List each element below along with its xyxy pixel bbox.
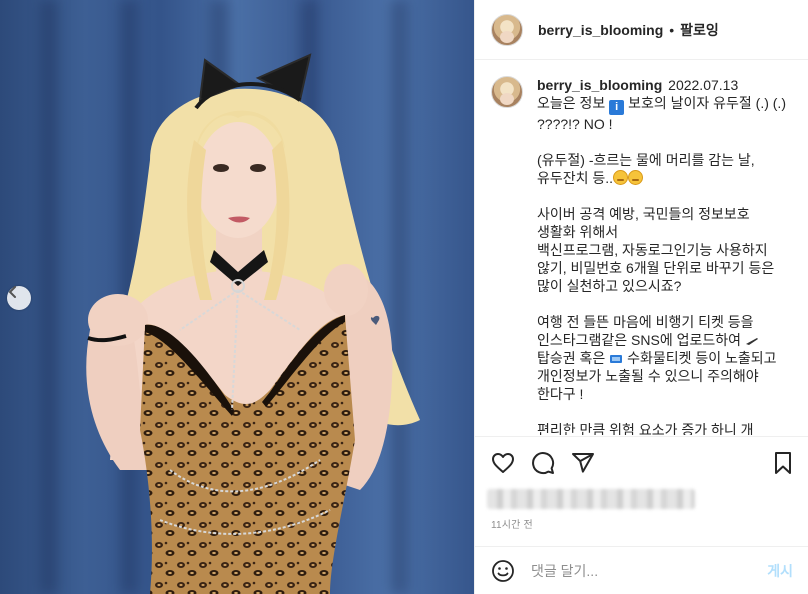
caption-avatar[interactable] — [491, 76, 523, 108]
post-header: berry_is_blooming • 팔로잉 — [475, 0, 808, 60]
comment-input[interactable] — [531, 562, 760, 579]
header-separator: • — [669, 21, 675, 38]
likes-count-blurred — [487, 489, 695, 509]
caption-para5: 편리한 만큼 위험 요소가 증가 하니 개 — [537, 422, 754, 435]
information-icon: i — [609, 100, 625, 115]
post-photo[interactable] — [0, 0, 474, 594]
heart-icon[interactable] — [491, 451, 515, 475]
paper-plane-icon[interactable] — [571, 451, 595, 475]
previous-photo-button[interactable] — [7, 286, 31, 310]
photo-illustration — [86, 53, 420, 594]
bookmark-icon[interactable] — [771, 451, 795, 475]
emoji-icon[interactable] — [491, 559, 515, 583]
comment-bar: 게시 — [475, 546, 808, 594]
post-side-panel: berry_is_blooming • 팔로잉 berry_is_bloomin… — [474, 0, 808, 594]
smile-face-icon — [628, 170, 644, 185]
chevron-left-icon — [9, 286, 16, 298]
post-time: 11시간 전 — [491, 520, 533, 531]
ticket-icon — [610, 355, 623, 363]
following-button[interactable]: 팔로잉 — [680, 20, 719, 40]
header-username[interactable]: berry_is_blooming — [538, 22, 663, 38]
caption-date: 2022.07.13 — [668, 77, 739, 93]
caption-line1-a: 오늘은 정보 — [537, 95, 606, 111]
avatar[interactable] — [491, 13, 523, 46]
airplane-icon — [745, 338, 758, 345]
caption-para2: (유두절) -흐르는 물에 머리를 감는 날, 유두잔치 등.. — [537, 152, 759, 186]
post-caption: berry_is_blooming 2022.07.13 오늘은 정보 i 보호… — [475, 60, 808, 435]
caption-para3: 사이버 공격 예방, 국민들의 정보보호 생활화 위해서 백신프로그램, 자동로… — [537, 206, 775, 294]
comment-icon[interactable] — [531, 451, 555, 475]
caption-para4-a: 여행 전 들뜬 마음에 비행기 티켓 등을 인스타그램같은 SNS에 업로드하여 — [537, 314, 758, 348]
post-comment-button[interactable]: 게시 — [767, 561, 793, 581]
caption-paragraph: (유두절) -흐르는 물에 머리를 감는 날, 유두잔치 등.. — [537, 151, 792, 187]
caption-username[interactable]: berry_is_blooming — [537, 77, 662, 93]
grimace-face-icon — [613, 170, 629, 185]
caption-intro: berry_is_blooming 2022.07.13 오늘은 정보 i 보호… — [537, 76, 792, 133]
caption-paragraph: 여행 전 들뜬 마음에 비행기 티켓 등을 인스타그램같은 SNS에 업로드하여… — [537, 313, 792, 403]
post-actions — [475, 436, 808, 488]
caption-para4-b: 탑승권 혹은 — [537, 350, 606, 366]
